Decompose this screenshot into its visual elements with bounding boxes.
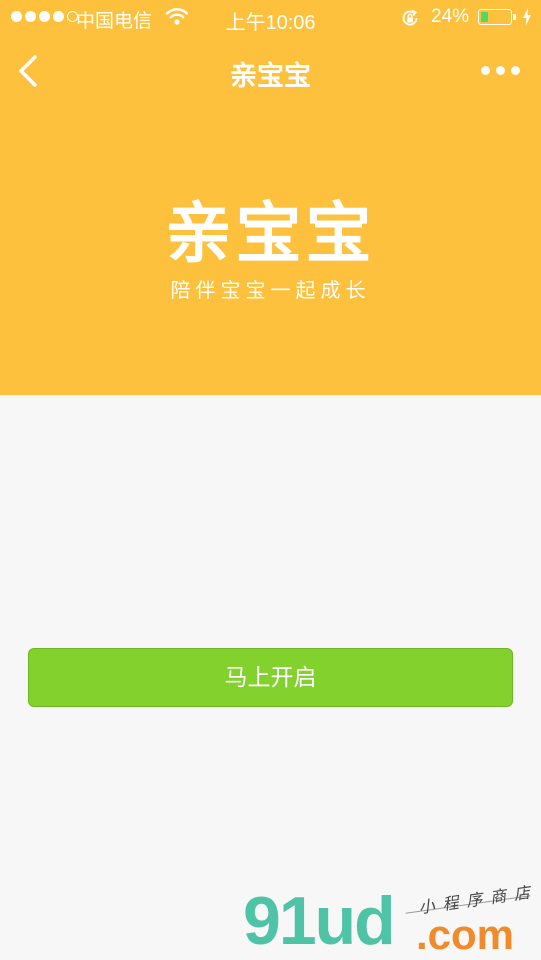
battery-fill (480, 11, 488, 22)
brand-logo-title: 亲宝宝 (165, 196, 376, 270)
watermark-logo: 91ud (243, 883, 396, 959)
more-dot (496, 66, 505, 75)
watermark-domain: .com (416, 911, 515, 958)
brand-slogan: 陪伴宝宝一起成长 (170, 280, 371, 302)
start-now-button[interactable]: 马上开启 (28, 648, 513, 707)
charging-bolt-icon (522, 8, 532, 32)
status-bar: 中国电信 上午10:06 24% (0, 0, 541, 36)
battery-percent: 24% (431, 6, 470, 27)
battery-cap (513, 14, 516, 20)
more-dot (481, 66, 490, 75)
header-banner: 中国电信 上午10:06 24% 亲宝宝 亲宝宝 陪伴宝宝一起成长 (0, 0, 541, 395)
more-button[interactable] (481, 66, 520, 75)
rotation-lock-icon (400, 8, 420, 34)
more-dot (511, 66, 520, 75)
nav-title: 亲宝宝 (230, 61, 311, 91)
battery-icon (478, 9, 512, 25)
